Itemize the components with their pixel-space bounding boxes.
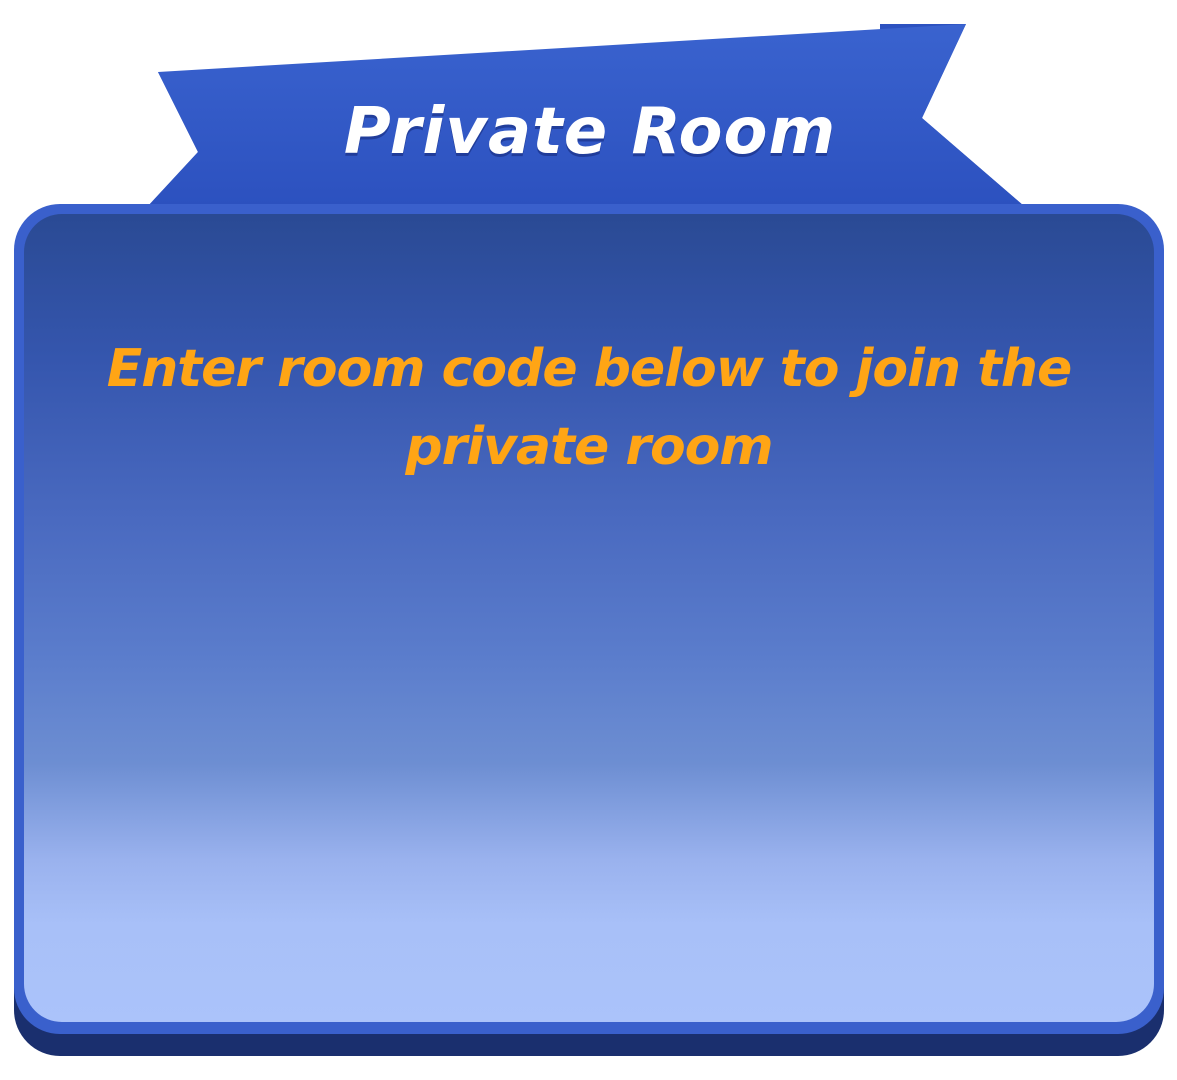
private-room-dialog: Private Room Enter room code below to jo…	[0, 0, 1177, 1080]
room-code-instruction: Enter room code below to join the privat…	[106, 339, 1072, 477]
dialog-title: Private Room	[343, 95, 837, 169]
